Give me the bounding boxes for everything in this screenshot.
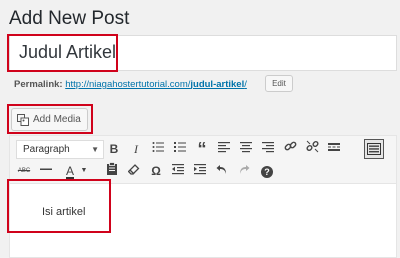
permalink-edit-button[interactable]: Edit bbox=[265, 75, 293, 92]
page-title: Add New Post bbox=[9, 8, 130, 29]
help-glyph: ? bbox=[261, 166, 273, 178]
editor-toolbar: Paragraph ▼ B I “ ABC A ▼ Ω ? bbox=[10, 136, 396, 184]
align-right-icon[interactable] bbox=[259, 140, 277, 158]
content-highlight-box bbox=[7, 179, 111, 233]
text-color-glyph: A bbox=[65, 164, 74, 179]
blockquote-icon[interactable]: “ bbox=[193, 140, 211, 158]
permalink-label: Permalink: bbox=[14, 79, 63, 90]
clear-formatting-icon[interactable] bbox=[125, 162, 143, 180]
indent-icon[interactable] bbox=[191, 162, 209, 180]
permalink-url[interactable]: http://niagahostertutorial.com/judul-art… bbox=[65, 79, 247, 90]
chevron-down-icon: ▼ bbox=[91, 145, 99, 154]
permalink-slug: judul-artikel bbox=[190, 79, 245, 90]
title-highlight-box bbox=[7, 34, 118, 72]
permalink-trail: / bbox=[244, 79, 247, 90]
help-icon[interactable]: ? bbox=[258, 162, 276, 180]
toolbar-toggle-icon[interactable] bbox=[364, 139, 384, 159]
link-icon[interactable] bbox=[281, 140, 299, 158]
read-more-icon[interactable] bbox=[325, 140, 343, 158]
strikethrough-icon[interactable]: ABC bbox=[15, 162, 33, 180]
text-color-icon[interactable]: A bbox=[61, 162, 79, 180]
align-center-icon[interactable] bbox=[237, 140, 255, 158]
outdent-icon[interactable] bbox=[169, 162, 187, 180]
italic-icon[interactable]: I bbox=[127, 140, 145, 158]
undo-icon[interactable] bbox=[213, 162, 231, 180]
unlink-icon[interactable] bbox=[303, 140, 321, 158]
text-color-dropdown-icon[interactable]: ▼ bbox=[79, 162, 89, 180]
paste-text-icon[interactable] bbox=[103, 162, 121, 180]
align-left-icon[interactable] bbox=[215, 140, 233, 158]
permalink-base: http://niagahostertutorial.com/ bbox=[65, 79, 191, 90]
bullet-list-icon[interactable] bbox=[149, 140, 167, 158]
format-select[interactable]: Paragraph ▼ bbox=[16, 140, 104, 159]
add-media-highlight-box bbox=[7, 104, 93, 134]
bold-icon[interactable]: B bbox=[105, 140, 123, 158]
format-select-value: Paragraph bbox=[23, 144, 70, 155]
numbered-list-icon[interactable] bbox=[171, 140, 189, 158]
permalink-row: Permalink: http://niagahostertutorial.co… bbox=[14, 78, 247, 91]
redo-icon[interactable] bbox=[235, 162, 253, 180]
special-character-icon[interactable]: Ω bbox=[147, 162, 165, 180]
horizontal-line-icon[interactable] bbox=[37, 162, 55, 180]
